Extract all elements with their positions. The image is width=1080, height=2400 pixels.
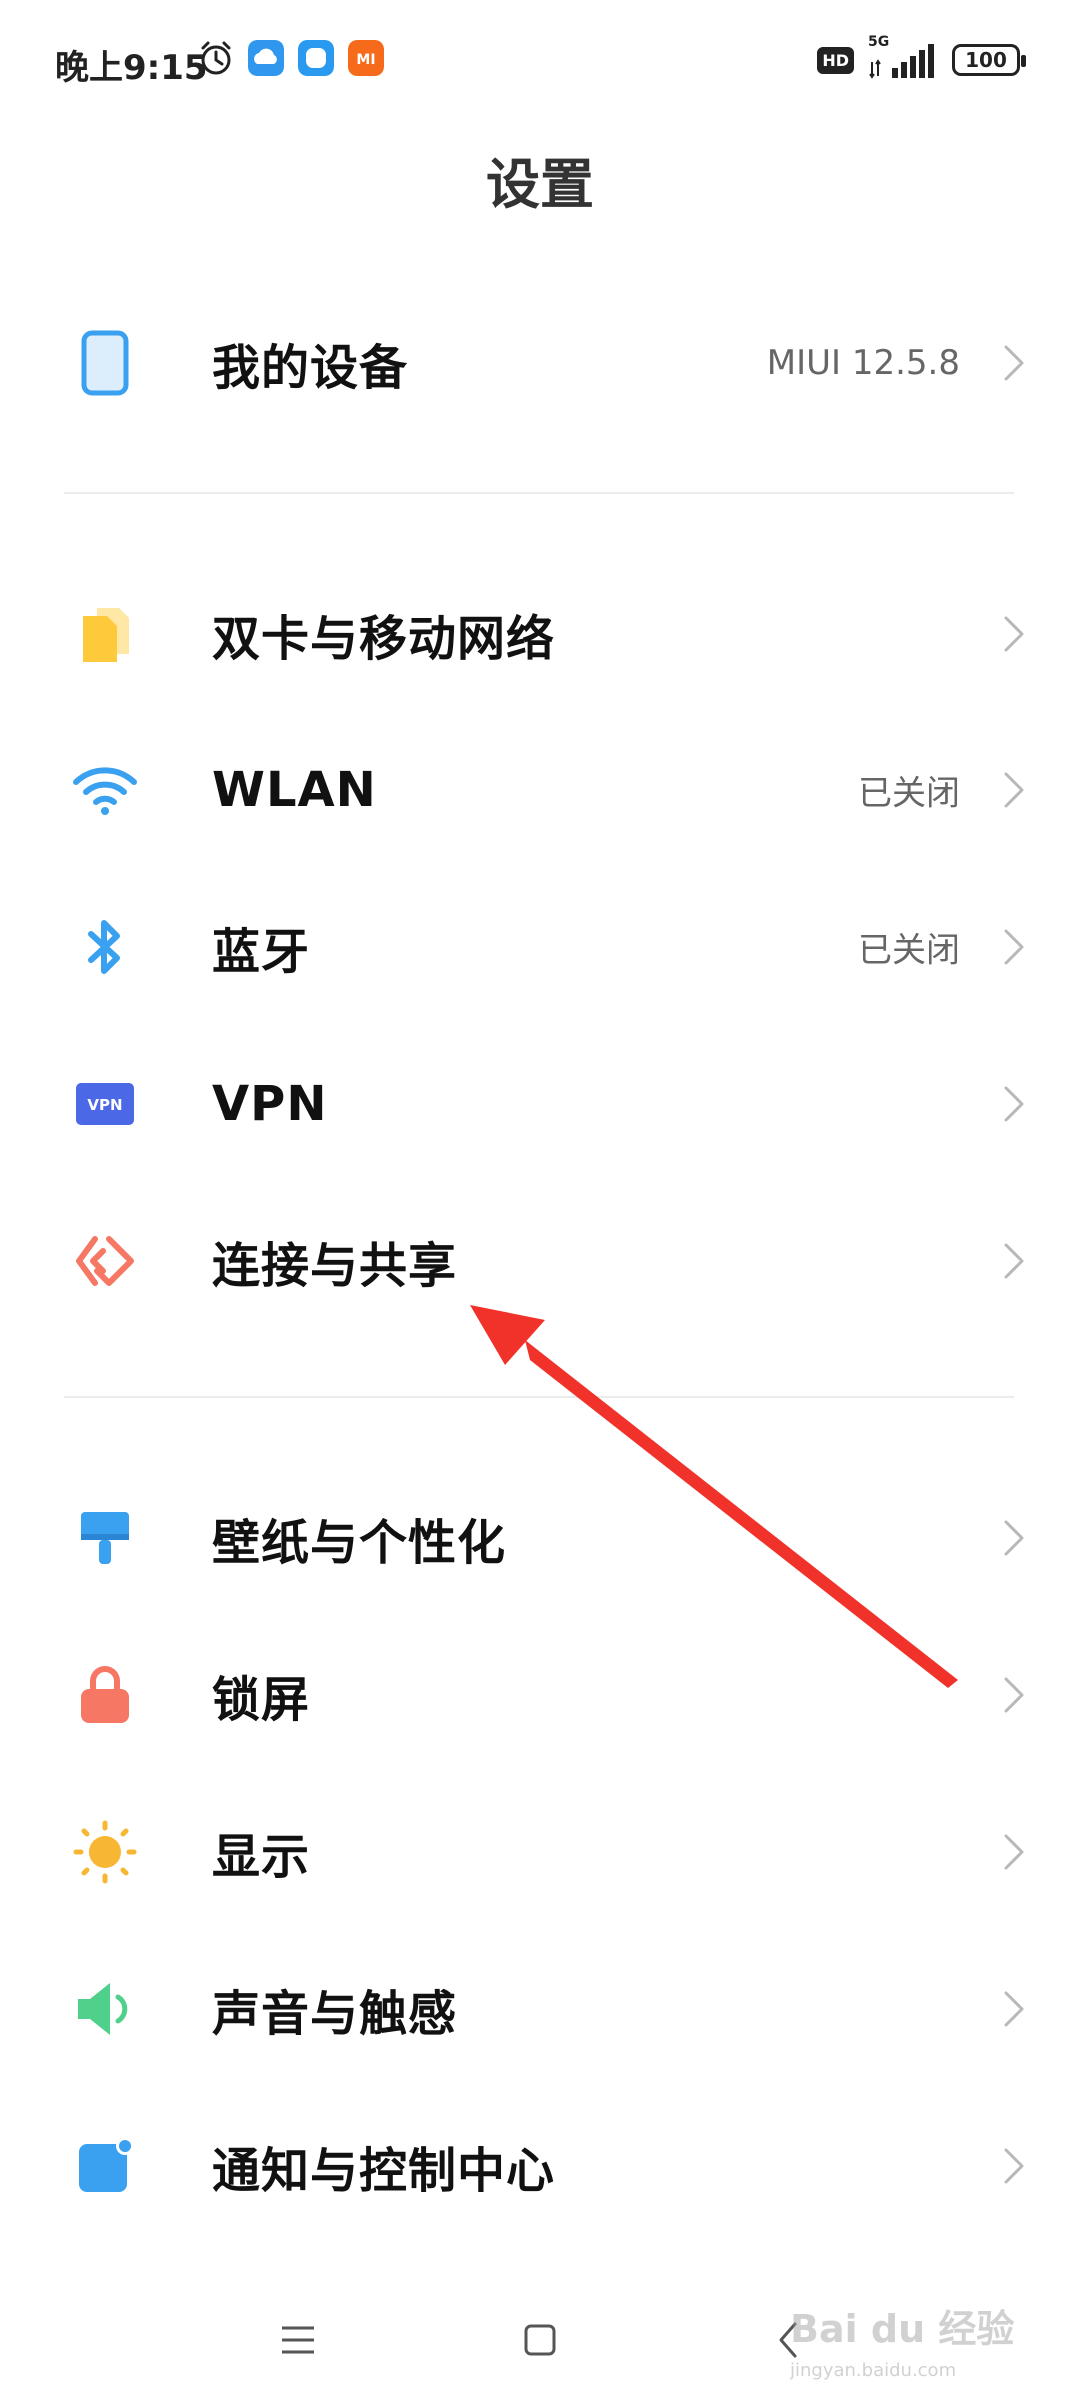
settings-item-bluetooth[interactable]: 蓝牙 已关闭 [0, 867, 1080, 1027]
watermark-url: jingyan.baidu.com [790, 2360, 956, 2381]
settings-item-value: 已关闭 [858, 930, 960, 971]
status-bar: 晚上9:15 MI HD 5G 100 [0, 0, 1080, 130]
status-right-icons: HD 5G 100 [817, 34, 1026, 80]
chevron-right-icon [1004, 1991, 1024, 2027]
settings-item-value: MIUI 12.5.8 [766, 343, 960, 383]
settings-item-label: 显示 [212, 1829, 311, 1885]
settings-item-label: VPN [212, 1076, 328, 1132]
settings-item-wlan[interactable]: WLAN 已关闭 [0, 710, 1080, 870]
chevron-right-icon [1004, 2148, 1024, 2184]
chevron-right-icon [1004, 1086, 1024, 1122]
settings-item-display[interactable]: 显示 [0, 1772, 1080, 1932]
alarm-icon [201, 41, 231, 75]
vpn-icon: VPN [70, 1069, 140, 1139]
mi-app-icon: MI [348, 40, 384, 76]
menu-icon [282, 2326, 314, 2354]
vpn-icon-text: VPN [87, 1096, 122, 1114]
settings-item-my-device[interactable]: 我的设备 MIUI 12.5.8 [0, 283, 1080, 443]
settings-item-value: 已关闭 [858, 773, 960, 814]
chevron-right-icon [1004, 1677, 1024, 1713]
mi-logo-text: MI [356, 52, 375, 68]
sun-icon [70, 1817, 140, 1887]
settings-item-label: 通知与控制中心 [212, 2143, 556, 2199]
settings-item-label: 连接与共享 [212, 1238, 458, 1294]
paintbrush-icon [70, 1503, 140, 1573]
settings-item-label: 蓝牙 [212, 924, 311, 980]
settings-item-label: 我的设备 [212, 340, 409, 396]
settings-item-label: 锁屏 [212, 1672, 311, 1728]
settings-item-connection-sharing[interactable]: 连接与共享 [0, 1181, 1080, 1341]
status-left-icons: MI [198, 40, 384, 76]
settings-item-sim-mobile-network[interactable]: 双卡与移动网络 [0, 554, 1080, 714]
chevron-right-icon [1004, 1834, 1024, 1870]
speaker-icon [70, 1974, 140, 2044]
lock-icon [70, 1660, 140, 1730]
chevron-right-icon [1004, 345, 1024, 381]
notification-icon [70, 2131, 140, 2201]
section-divider [64, 1396, 1014, 1398]
menu-button[interactable] [268, 2310, 328, 2370]
baidu-watermark: Bai du 经验 jingyan.baidu.com [790, 2307, 1014, 2381]
settings-item-label: 壁纸与个性化 [212, 1515, 507, 1571]
chevron-right-icon [1004, 616, 1024, 652]
settings-item-lock-screen[interactable]: 锁屏 [0, 1615, 1080, 1775]
chevron-right-icon [1004, 772, 1024, 808]
page-title: 设置 [486, 153, 594, 216]
signal-icon: 5G [868, 34, 938, 80]
settings-item-label: WLAN [212, 762, 377, 818]
status-time: 晚上9:15 [55, 48, 208, 88]
cloud-app-icon [248, 40, 284, 76]
connection-share-icon [70, 1226, 140, 1296]
chevron-right-icon [1004, 1520, 1024, 1556]
chevron-right-icon [1004, 929, 1024, 965]
settings-item-vpn[interactable]: VPN VPN [0, 1024, 1080, 1184]
bluetooth-icon [70, 912, 140, 982]
settings-item-label: 双卡与移动网络 [212, 611, 556, 667]
settings-item-label: 声音与触感 [212, 1986, 458, 2042]
chevron-right-icon [1004, 1243, 1024, 1279]
sim-card-icon [70, 599, 140, 669]
phone-icon [70, 328, 140, 398]
battery-indicator: 100 [952, 44, 1026, 76]
settings-item-notification-control-center[interactable]: 通知与控制中心 [0, 2086, 1080, 2246]
wifi-icon [70, 755, 140, 825]
settings-item-sound-haptics[interactable]: 声音与触感 [0, 1929, 1080, 2089]
watermark-brand: Bai du 经验 [790, 2307, 1014, 2351]
square-icon [524, 2324, 556, 2356]
message-app-icon [298, 40, 334, 76]
hd-badge: HD [817, 46, 854, 74]
settings-item-wallpaper-personalization[interactable]: 壁纸与个性化 [0, 1458, 1080, 1618]
section-divider [64, 492, 1014, 494]
home-button[interactable] [510, 2310, 570, 2370]
